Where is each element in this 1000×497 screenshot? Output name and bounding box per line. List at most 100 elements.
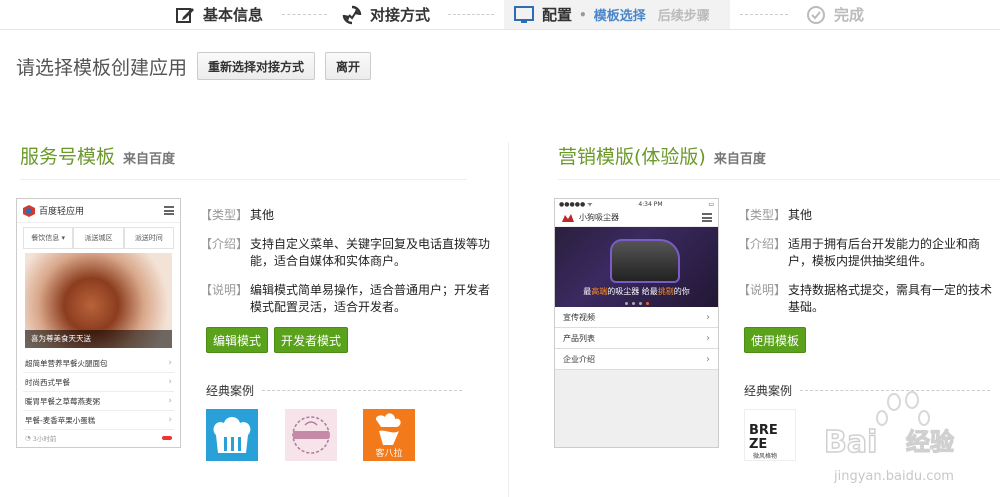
case-thumb-text: 客八拉 — [375, 447, 402, 459]
info-label: 【介绍】 — [200, 237, 249, 251]
caption-part: 的吸尘器 给最 — [607, 287, 658, 296]
leave-button[interactable]: 离开 — [325, 52, 372, 80]
list-item-label: 时尚西式早餐 — [25, 377, 70, 387]
chevron-right-icon: › — [706, 311, 710, 323]
cases-label: 经典案例 — [206, 384, 255, 398]
info-intro: 【介绍】 支持自定义菜单、关键字回复及电话直拨等功能，适合自媒体和实体商户。 — [200, 236, 495, 270]
step-connection[interactable]: 对接方式 — [342, 0, 430, 29]
chevron-right-icon: › — [168, 377, 172, 387]
caption-part: 的你 — [673, 287, 690, 296]
preview-tab: 派送城区 — [73, 227, 124, 249]
step-finish: 完成 — [806, 0, 864, 29]
status-time: 4:34 PM — [638, 200, 663, 208]
info-value: 编辑模式简单易操作，适合普通用户；开发者模式配置灵活，适合开发者。 — [250, 283, 491, 314]
developer-mode-button[interactable]: 开发者模式 — [274, 327, 349, 353]
chevron-right-icon: › — [168, 415, 172, 425]
info-note: 【说明】 支持数据格式提交，需具有一定的技术基础。 — [738, 282, 1000, 316]
preview-header: 小狗吸尘器 — [555, 209, 718, 227]
baidu-jingyan-watermark: Bai 经验 jingyan.baidu.com — [820, 388, 990, 488]
info-value: 其他 — [250, 208, 275, 222]
watermark-url: jingyan.baidu.com — [833, 469, 954, 484]
carousel-dot — [638, 302, 642, 305]
dot-separator: • — [579, 7, 587, 22]
preview-status-bar: ●●●●● ᯤ 4:34 PM ▭ — [555, 199, 718, 209]
chevron-right-icon: › — [706, 332, 710, 344]
case-thumb-keba[interactable]: 客八拉 — [363, 409, 415, 461]
list-item: 早餐-麦香苹果小蛋糕 › — [23, 411, 174, 430]
info-label: 【类型】 — [738, 208, 787, 222]
step-basic-info[interactable]: 基本信息 — [175, 0, 263, 29]
preview-title: 百度轻应用 — [39, 207, 85, 217]
template-name: 服务号模板 — [20, 146, 116, 168]
list-item: 超简单营养早餐火腿面包 › — [23, 354, 174, 373]
hero-caption: 最高端的吸尘器 给最挑剔的你 — [555, 286, 718, 297]
carousel-dots — [555, 302, 718, 305]
edit-icon — [176, 7, 194, 23]
info-label: 【说明】 — [200, 283, 249, 297]
footer-time: 3小时前 — [32, 435, 57, 443]
preview-footer: ◔ 3小时前 — [25, 433, 172, 443]
panel-divider — [508, 142, 509, 497]
invitation-badge-icon — [292, 416, 330, 454]
info-label: 【类型】 — [200, 208, 249, 222]
caption-highlight: 高端 — [591, 287, 608, 296]
info-label: 【说明】 — [738, 283, 787, 297]
sync-icon — [342, 5, 362, 24]
list-item: 暖胃早餐之草莓燕麦粥 › — [23, 392, 174, 411]
logo-text: BRE — [749, 423, 778, 438]
list-item-label: 产品列表 — [563, 333, 595, 343]
menu-icon — [702, 213, 712, 222]
logo-text: ZE — [749, 437, 767, 452]
marketing-template-actions: 使用模板 — [744, 327, 812, 353]
info-intro: 【介绍】 适用于拥有后台开发能力的企业和商户，模板内提供抽奖组件。 — [738, 236, 1000, 270]
preview-tab: 餐饮信息 ▾ — [23, 227, 74, 249]
preview-header: 百度轻应用 — [17, 199, 180, 223]
dog-logo-icon — [562, 213, 574, 222]
step-divider — [740, 14, 788, 15]
monitor-icon — [514, 5, 534, 23]
substep-next: 后续步骤 — [657, 9, 710, 24]
step-label: 配置 — [542, 6, 573, 24]
service-template-actions: 编辑模式 开发者模式 — [206, 327, 354, 353]
preview-tab: 派送时间 — [123, 227, 174, 249]
case-thumb-invitation[interactable] — [285, 409, 337, 461]
breeze-logo-icon: BRE ZE 微风格物 — [749, 423, 778, 460]
preview-hero-image: 喜为尊美食天天送 — [25, 253, 172, 348]
clock-icon: ◔ — [25, 434, 33, 442]
preview-tabs: 餐饮信息 ▾ 派送城区 派送时间 — [23, 227, 174, 249]
info-value: 其他 — [788, 208, 813, 222]
reselect-connection-button[interactable]: 重新选择对接方式 — [197, 52, 316, 80]
template-source: 来自百度 — [123, 152, 176, 167]
list-item-label: 超简单营养早餐火腿面包 — [25, 358, 108, 368]
logo-text: 微风格物 — [753, 452, 777, 460]
carousel-dot — [631, 302, 635, 305]
use-template-button[interactable]: 使用模板 — [744, 327, 807, 353]
preview-hero-image: 最高端的吸尘器 给最挑剔的你 — [555, 227, 718, 307]
chef-hat-icon — [213, 417, 251, 453]
info-value: 支持自定义菜单、关键字回复及电话直拨等功能，适合自媒体和实体商户。 — [250, 237, 491, 268]
panel-title: 营销模版(体验版) 来自百度 — [558, 142, 1000, 180]
watermark-brand2: 经验 — [906, 428, 954, 456]
chevron-right-icon: › — [706, 353, 710, 365]
preview-title: 小狗吸尘器 — [579, 213, 619, 222]
marketing-template-preview[interactable]: ●●●●● ᯤ 4:34 PM ▭ 小狗吸尘器 最高端的吸尘器 给最挑剔的你 宣… — [554, 198, 719, 448]
substep-template-select[interactable]: 模板选择 — [594, 5, 646, 24]
case-thumb-chef[interactable] — [206, 409, 258, 461]
list-item: 企业介绍 › — [555, 349, 718, 370]
vacuum-product-image — [610, 239, 680, 283]
carousel-dot — [624, 302, 628, 305]
template-name: 营销模版(体验版) — [558, 146, 706, 168]
service-template-preview[interactable]: 百度轻应用 餐饮信息 ▾ 派送城区 派送时间 喜为尊美食天天送 超简单营养早餐火… — [16, 198, 181, 448]
step-config[interactable]: 配置 • 模板选择 后续步骤 — [504, 0, 730, 29]
edit-mode-button[interactable]: 编辑模式 — [206, 327, 269, 353]
step-divider — [448, 14, 494, 15]
step-bar: 基本信息 对接方式 配置 • 模板选择 后续步骤 完成 — [0, 0, 1000, 30]
step-label: 完成 — [834, 6, 865, 24]
marketing-template-panel: 营销模版(体验版) 来自百度 — [558, 142, 1000, 180]
template-source: 来自百度 — [713, 152, 766, 167]
case-thumb-breeze[interactable]: BRE ZE 微风格物 — [744, 409, 796, 461]
preview-empty-area — [555, 370, 718, 447]
info-type: 【类型】 其他 — [200, 207, 495, 224]
panel-title: 服务号模板 来自百度 — [20, 142, 467, 180]
info-type: 【类型】 其他 — [738, 207, 1000, 224]
